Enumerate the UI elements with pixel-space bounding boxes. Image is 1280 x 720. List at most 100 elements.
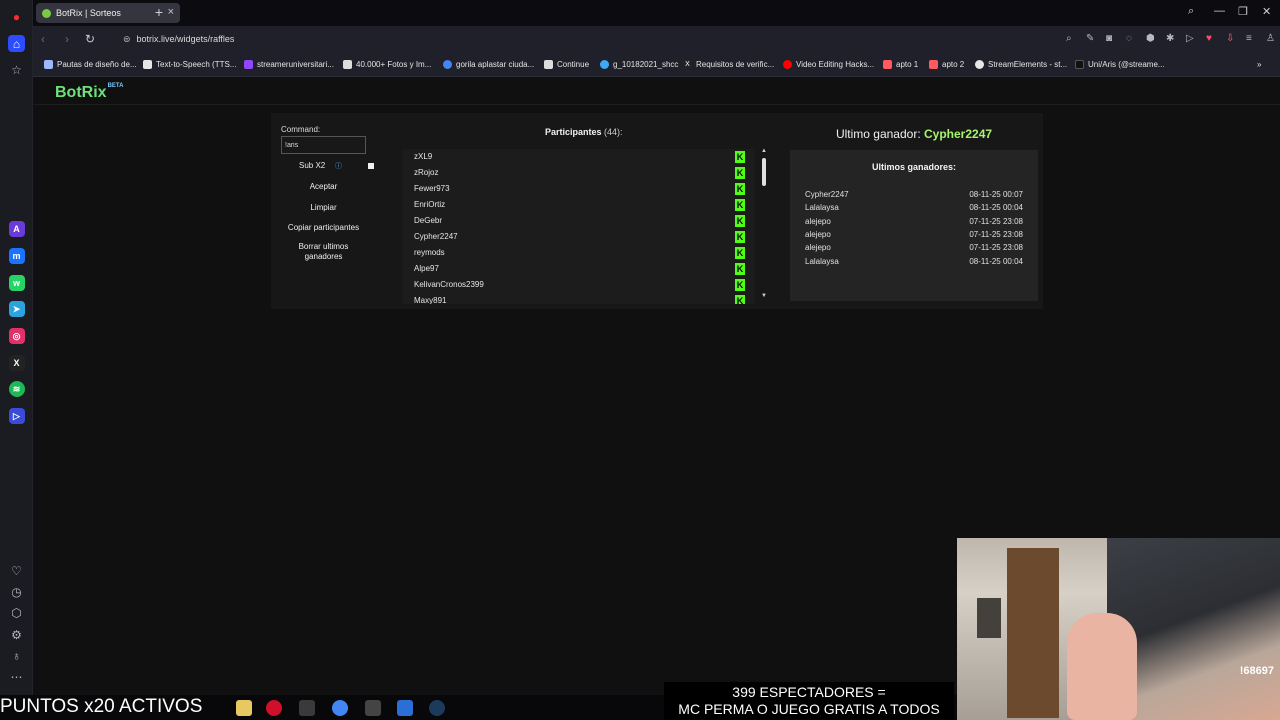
delete-winners-button[interactable]: Borrar ultimos ganadores <box>281 242 366 262</box>
botrix-logo[interactable]: BotRixBETA <box>55 83 123 102</box>
pinboard-icon[interactable]: ☆ <box>8 61 25 78</box>
google-icon <box>443 60 452 69</box>
participants-list[interactable]: zXL9 KzRojoz K Fewer973 K EnriOrtiz K DeGebr K Cy… <box>403 149 755 304</box>
steam-taskbar-icon[interactable] <box>429 700 445 716</box>
winner-name: alejepo <box>805 243 831 253</box>
bookmarks-overflow-icon[interactable]: » <box>1257 60 1261 69</box>
winner-date: 07-11-25 23:08 <box>969 216 1023 226</box>
bookmark-item[interactable]: apto 1 <box>883 60 918 69</box>
viewers-line1: 399 ESPECTADORES = <box>732 684 886 700</box>
scrollbar-thumb[interactable] <box>762 158 766 186</box>
copy-participants-button[interactable]: Copiar participantes <box>281 223 366 232</box>
kick-badge-icon: K <box>735 231 745 243</box>
sub-x2-checkbox[interactable] <box>368 163 374 169</box>
minimize-icon[interactable]: — <box>1214 5 1225 17</box>
bookmark-item[interactable]: 40.000+ Fotos y Im... <box>343 60 431 69</box>
scroll-down-icon[interactable]: ▼ <box>761 293 767 299</box>
window-taskbar-icon[interactable] <box>365 700 381 716</box>
site-info-icon[interactable]: ⊜ <box>123 34 131 44</box>
extensions-icon[interactable]: ✱ <box>1166 33 1174 44</box>
scroll-up-icon[interactable]: ▲ <box>761 148 767 154</box>
x-app-icon[interactable]: X <box>8 355 25 371</box>
search-tabs-icon[interactable]: ⌕ <box>1188 5 1194 18</box>
telegram-app-icon[interactable]: ➤ <box>8 301 25 317</box>
profile-icon[interactable]: ♙ <box>1266 33 1275 44</box>
clear-button[interactable]: Limpiar <box>281 203 366 212</box>
kick-badge-icon: K <box>735 215 745 227</box>
participants-count: (44): <box>604 127 623 137</box>
app-taskbar-icon[interactable] <box>299 700 315 716</box>
forward-icon[interactable]: › <box>65 32 69 46</box>
participants-title: Participantes (44): <box>545 127 623 137</box>
bookmark-item[interactable]: Pautas de diseño de... <box>44 60 137 69</box>
tab-strip: BotRix | Sorteos × + ⌕ — ❐ ✕ <box>33 0 1280 26</box>
vscode-taskbar-icon[interactable] <box>397 700 413 716</box>
edit-icon[interactable]: ✎ <box>1086 33 1094 44</box>
bookmark-item[interactable]: gorila aplastar ciuda... <box>443 60 534 69</box>
camera-icon[interactable]: ◙ <box>1106 33 1112 44</box>
reload-icon[interactable]: ↻ <box>85 32 95 46</box>
settings-gear-icon[interactable]: ⚙ <box>8 626 25 643</box>
aria-app-icon[interactable]: A <box>8 221 25 237</box>
participant-row: KelivanCronos2399 K <box>403 277 755 293</box>
participant-row: zRojoz K <box>403 165 755 181</box>
info-icon[interactable]: ⓘ <box>335 161 342 171</box>
raffle-panel: Command: Sub X2 ⓘ Aceptar Limpiar Copiar… <box>271 113 791 309</box>
kick-badge-icon: K <box>735 263 745 275</box>
home-icon[interactable]: ⌂ <box>8 35 25 52</box>
spotify-app-icon[interactable]: ≋ <box>8 381 25 397</box>
menu-icon[interactable]: ≡ <box>1246 33 1252 44</box>
webcam-shelf <box>1007 548 1059 718</box>
webcam-overlay: !68697 <box>957 538 1280 720</box>
bookmark-item[interactable]: Video Editing Hacks... <box>783 60 874 69</box>
heart-icon[interactable]: ♡ <box>8 562 25 579</box>
restore-icon[interactable]: ❐ <box>1238 5 1248 18</box>
bookmark-item[interactable]: Uni/Aris (@streame... <box>1075 60 1165 69</box>
player-app-icon[interactable]: ▷ <box>8 408 25 424</box>
whatsapp-app-icon[interactable]: w <box>8 275 25 291</box>
more-dots-icon[interactable]: ⋯ <box>8 668 25 685</box>
kick-badge-icon: K <box>735 151 745 163</box>
participant-row: Fewer973 K <box>403 181 755 197</box>
close-window-icon[interactable]: ✕ <box>1262 5 1271 18</box>
sub-x2-label: Sub X2 <box>299 161 326 170</box>
bookmark-item[interactable]: X Requisitos de verific... <box>683 60 774 69</box>
kick-badge-icon: K <box>735 279 745 291</box>
files-taskbar-icon[interactable] <box>236 700 252 716</box>
vpn-icon[interactable]: ⬢ <box>1146 33 1155 44</box>
bookmark-item[interactable]: apto 2 <box>929 60 964 69</box>
extensions-cube-icon[interactable]: ⬡ <box>8 604 25 621</box>
close-tab-icon[interactable]: × <box>168 6 174 18</box>
opera-logo-icon[interactable]: ● <box>8 8 25 25</box>
winner-name: alejepo <box>805 229 831 239</box>
bookmark-item[interactable]: g_10182021_shcc <box>600 60 678 69</box>
instagram-app-icon[interactable]: ◎ <box>8 328 25 344</box>
accept-button[interactable]: Aceptar <box>281 182 366 191</box>
youtube-icon <box>783 60 792 69</box>
command-input[interactable] <box>281 136 366 154</box>
back-icon[interactable]: ‹ <box>41 32 45 46</box>
favorite-heart-icon[interactable]: ♥ <box>1206 33 1212 44</box>
url-field[interactable]: ⊜ botrix.live/widgets/raffles <box>123 34 234 45</box>
photos-icon <box>343 60 352 69</box>
tab-title: BotRix | Sorteos <box>56 8 121 18</box>
viewers-line2: MC PERMA O JUEGO GRATIS A TODOS <box>678 701 940 717</box>
winner-date: 07-11-25 23:08 <box>969 229 1023 239</box>
new-tab-button[interactable]: + <box>151 4 167 20</box>
shield-icon[interactable]: ◌ <box>1126 33 1132 44</box>
bulb-icon[interactable]: ♁ <box>8 647 25 664</box>
bookmark-item[interactable]: StreamElements - st... <box>975 60 1067 69</box>
bookmark-item[interactable]: streameruniversitari... <box>244 60 334 69</box>
messenger-app-icon[interactable]: m <box>8 248 25 264</box>
participants-scrollbar[interactable]: ▲ ▼ <box>761 148 767 301</box>
opera-taskbar-icon[interactable] <box>266 700 282 716</box>
twitch-icon <box>244 60 253 69</box>
winner-row: alejepo 07-11-25 23:08 <box>805 230 1023 239</box>
download-icon[interactable]: ⇩ <box>1226 33 1234 44</box>
bookmark-item[interactable]: Continue <box>544 60 589 69</box>
bookmark-item[interactable]: Text-to-Speech (TTS... <box>143 60 236 69</box>
history-icon[interactable]: ◷ <box>8 583 25 600</box>
zoom-search-icon[interactable]: ⌕ <box>1066 33 1072 44</box>
play-icon[interactable]: ▷ <box>1186 33 1194 44</box>
chrome-taskbar-icon[interactable] <box>332 700 348 716</box>
